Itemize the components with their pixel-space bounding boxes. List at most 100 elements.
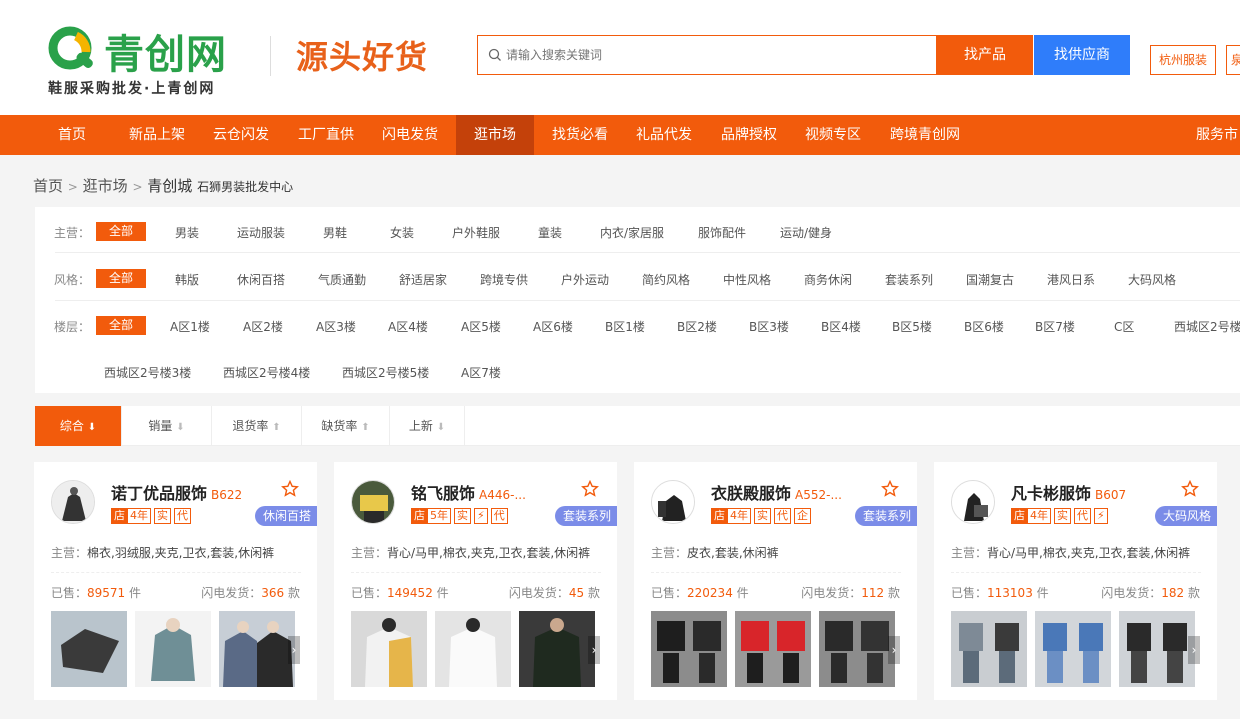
shop-avatar[interactable]	[351, 480, 395, 524]
filter-floor-item[interactable]: C区	[1114, 318, 1134, 335]
favorite-star-icon[interactable]	[881, 480, 899, 498]
nav-brand-license[interactable]: 品牌授权	[710, 115, 788, 155]
breadcrumb-market[interactable]: 逛市场	[83, 177, 128, 195]
nav-service[interactable]: 服务市	[1196, 115, 1240, 155]
nav-gift-dropship[interactable]: 礼品代发	[625, 115, 703, 155]
sort-return-rate[interactable]: 退货率 ⬆	[212, 406, 302, 446]
filter-main-item[interactable]: 户外鞋服	[452, 224, 500, 241]
filter-style-all[interactable]: 全部	[96, 269, 146, 288]
search-input[interactable]	[506, 36, 926, 74]
filter-main-item[interactable]: 男鞋	[323, 224, 347, 241]
product-thumbnail[interactable]	[519, 611, 595, 687]
filter-floor-item[interactable]: B区2楼	[677, 318, 717, 335]
filter-floor-item[interactable]: A区3楼	[316, 318, 356, 335]
sort-composite[interactable]: 综合 ⬇	[35, 406, 122, 446]
favorite-star-icon[interactable]	[281, 480, 299, 498]
shop-card[interactable]: 凡卡彬服饰 B607 店 4年实代 ⚡ 大码风格 主营：背心/马甲,棉衣,夹克,卫衣,…	[934, 462, 1217, 700]
sort-sales[interactable]: 销量 ⬇	[122, 406, 212, 446]
next-arrow-icon[interactable]: ›	[1188, 636, 1200, 664]
product-thumbnail[interactable]	[735, 611, 811, 687]
nav-new-arrivals[interactable]: 新品上架	[118, 115, 196, 155]
shop-card[interactable]: 衣朕殿服饰 A552-... 店 4年实代企 套装系列 主营：皮衣,套装,休闲裤 已…	[634, 462, 917, 700]
nav-flash-ship[interactable]: 闪电发货	[371, 115, 449, 155]
nav-must-see[interactable]: 找货必看	[541, 115, 619, 155]
favorite-star-icon[interactable]	[581, 480, 599, 498]
filter-main-item[interactable]: 服饰配件	[698, 224, 746, 241]
filter-main-item[interactable]: 男装	[175, 224, 199, 241]
product-thumbnail[interactable]	[651, 611, 727, 687]
filter-style-item[interactable]: 大码风格	[1128, 271, 1176, 288]
filter-floor-item[interactable]: B区6楼	[964, 318, 1004, 335]
filter-style-item[interactable]: 跨境专供	[480, 271, 528, 288]
breadcrumb-home[interactable]: 首页	[33, 177, 63, 195]
filter-floor-item[interactable]: A区2楼	[243, 318, 283, 335]
filter-style-item[interactable]: 港风日系	[1047, 271, 1095, 288]
shop-avatar[interactable]	[651, 480, 695, 524]
filter-main-item[interactable]: 童装	[538, 224, 562, 241]
sort-stockout-rate[interactable]: 缺货率 ⬆	[302, 406, 390, 446]
filter-floor-item[interactable]: B区4楼	[821, 318, 861, 335]
logo-q-icon[interactable]	[46, 26, 100, 74]
filter-style-item[interactable]: 户外运动	[561, 271, 609, 288]
logo-text[interactable]: 青创网	[104, 22, 227, 80]
filter-floor-item[interactable]: 西城区2号楼5楼	[342, 364, 429, 381]
shop-name[interactable]: 衣朕殿服饰 A552-...	[711, 480, 842, 504]
filter-floor-all[interactable]: 全部	[96, 316, 146, 335]
filter-floor-item[interactable]: B区5楼	[892, 318, 932, 335]
filter-main-all[interactable]: 全部	[96, 222, 146, 241]
filter-floor-item[interactable]: A区6楼	[533, 318, 573, 335]
product-thumbnail[interactable]	[219, 611, 295, 687]
nav-cross-border[interactable]: 跨境青创网	[879, 115, 971, 155]
filter-style-item[interactable]: 休闲百搭	[237, 271, 285, 288]
nav-cloud-warehouse[interactable]: 云仓闪发	[202, 115, 280, 155]
filter-floor-item[interactable]: A区5楼	[461, 318, 501, 335]
city-hangzhou-button[interactable]: 杭州服装	[1150, 45, 1217, 75]
filter-main-item[interactable]: 运动服装	[237, 224, 285, 241]
favorite-star-icon[interactable]	[1181, 480, 1199, 498]
filter-floor-item[interactable]: B区1楼	[605, 318, 645, 335]
filter-style-item[interactable]: 国潮复古	[966, 271, 1014, 288]
filter-main-item[interactable]: 内衣/家居服	[600, 224, 664, 241]
product-thumbnail[interactable]	[351, 611, 427, 687]
filter-style-item[interactable]: 韩版	[175, 271, 199, 288]
filter-floor-item[interactable]: B区7楼	[1035, 318, 1075, 335]
product-thumbnail[interactable]	[51, 611, 127, 687]
product-thumbnail[interactable]	[435, 611, 511, 687]
filter-floor-item[interactable]: A区7楼	[461, 364, 501, 381]
shop-card[interactable]: 诺丁优品服饰 B622 店 4年实代 休闲百搭 主营：棉衣,羽绒服,夹克,卫衣,套装…	[34, 462, 317, 700]
filter-main-item[interactable]: 运动/健身	[780, 224, 832, 241]
product-thumbnail[interactable]	[951, 611, 1027, 687]
filter-floor-item[interactable]: 西城区2号楼4楼	[223, 364, 310, 381]
product-thumbnail[interactable]	[819, 611, 895, 687]
filter-floor-item[interactable]: B区3楼	[749, 318, 789, 335]
filter-floor-item[interactable]: 西城区2号楼3楼	[104, 364, 191, 381]
nav-video[interactable]: 视频专区	[794, 115, 872, 155]
filter-floor-item[interactable]: A区1楼	[170, 318, 210, 335]
sort-new[interactable]: 上新 ⬇	[390, 406, 465, 446]
product-thumbnail[interactable]	[1119, 611, 1195, 687]
shop-card[interactable]: 铭飞服饰 A446-... 店 5年实 ⚡ 代 套装系列 主营：背心/马甲,棉衣,夹克,…	[334, 462, 617, 700]
nav-factory-direct[interactable]: 工厂直供	[287, 115, 365, 155]
city-quan-button[interactable]: 泉	[1226, 45, 1240, 75]
shop-name[interactable]: 铭飞服饰 A446-...	[411, 480, 526, 504]
find-product-button[interactable]: 找产品	[937, 35, 1033, 75]
nav-market[interactable]: 逛市场	[456, 115, 534, 155]
filter-style-item[interactable]: 气质通勤	[318, 271, 366, 288]
shop-avatar[interactable]	[51, 480, 95, 524]
filter-style-item[interactable]: 舒适居家	[399, 271, 447, 288]
shop-avatar[interactable]	[951, 480, 995, 524]
filter-floor-item[interactable]: A区4楼	[388, 318, 428, 335]
filter-main-item[interactable]: 女装	[390, 224, 414, 241]
find-supplier-button[interactable]: 找供应商	[1034, 35, 1130, 75]
filter-style-item[interactable]: 商务休闲	[804, 271, 852, 288]
filter-style-item[interactable]: 简约风格	[642, 271, 690, 288]
filter-style-item[interactable]: 中性风格	[723, 271, 771, 288]
filter-style-item[interactable]: 套装系列	[885, 271, 933, 288]
product-thumbnail[interactable]	[135, 611, 211, 687]
next-arrow-icon[interactable]: ›	[888, 636, 900, 664]
shop-name[interactable]: 诺丁优品服饰 B622	[111, 480, 242, 504]
product-thumbnail[interactable]	[1035, 611, 1111, 687]
nav-home[interactable]: 首页	[40, 115, 104, 155]
next-arrow-icon[interactable]: ›	[588, 636, 600, 664]
filter-floor-item[interactable]: 西城区2号楼	[1174, 318, 1240, 335]
